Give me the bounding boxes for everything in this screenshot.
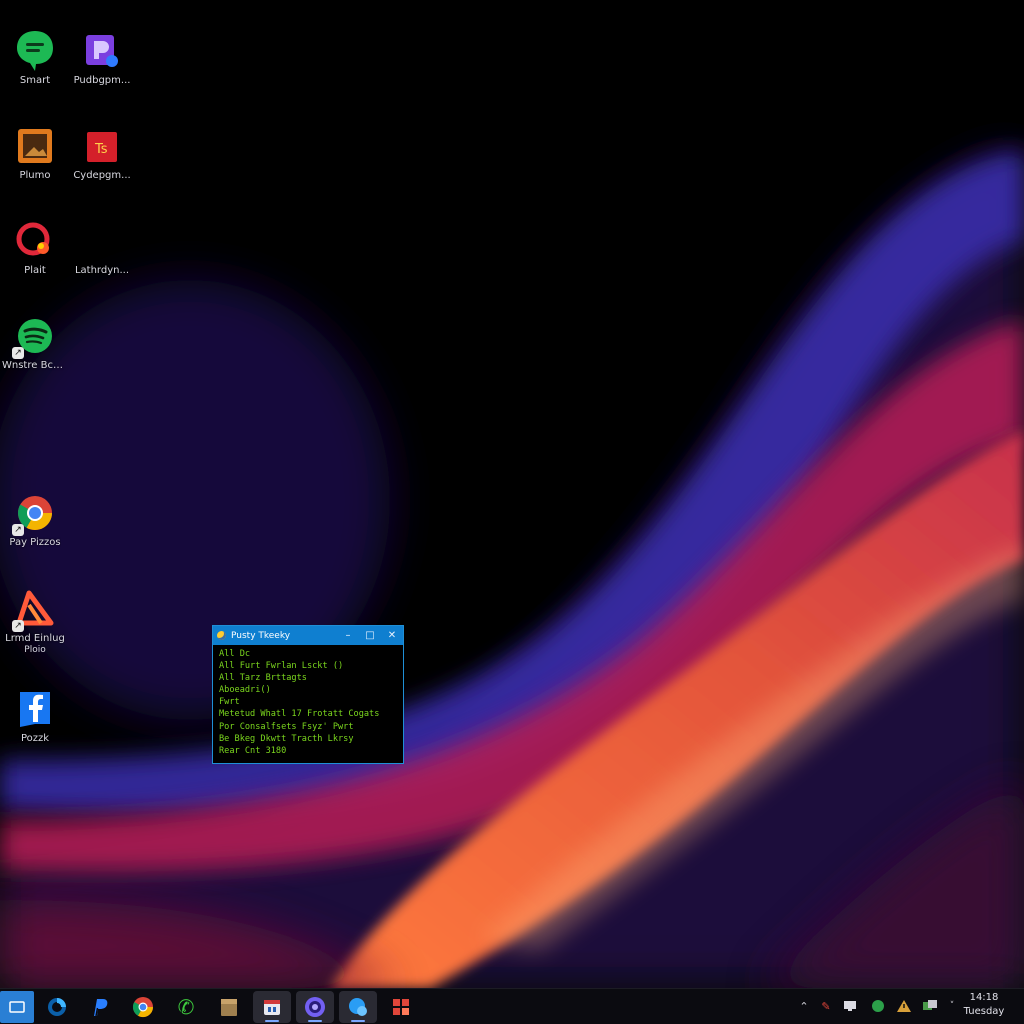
- start-button[interactable]: [0, 991, 34, 1023]
- taskbar: ✆ ⌃ ✎ ˅ 14:18 Tuesday: [0, 988, 1024, 1024]
- red-ring-icon: [14, 220, 56, 262]
- purple-app-icon: [81, 30, 123, 72]
- shortcut-arrow-icon: ↗: [12, 524, 24, 536]
- desktop-icon-label: Wnstre Bcn...: [2, 360, 68, 371]
- desktop-icon-plait[interactable]: Plait: [0, 220, 70, 277]
- taskbar-app-calendar[interactable]: [253, 991, 291, 1023]
- tray-network-icon[interactable]: [922, 998, 938, 1014]
- tray-overflow-chevron-icon[interactable]: ⌃: [796, 998, 812, 1014]
- taskbar-app-grid[interactable]: [382, 991, 420, 1023]
- terminal-window[interactable]: Pusty Tkeeky – □ ✕ All Dc All Furt Fwrla…: [212, 625, 404, 764]
- maximize-button[interactable]: □: [359, 626, 381, 645]
- terminal-line: Metetud Whatl 17 Frotatt Cogats: [219, 709, 380, 720]
- terminal-line: Rear Cnt 3180: [219, 745, 287, 756]
- red-document-icon: Ts: [81, 125, 123, 167]
- desktop-icon-label: Pudbgpm...: [73, 75, 131, 86]
- spotify-icon: ↗: [12, 315, 56, 359]
- desktop-icon-lrmd-einlug[interactable]: ↗ Lrmd Einlug Ploio: [0, 588, 70, 655]
- desktop: Smart Pudbgpm... Plumo Ts Cydepgm... Pla…: [0, 0, 1024, 988]
- taskbar-clock[interactable]: 14:18 Tuesday: [956, 991, 1012, 1019]
- shortcut-arrow-icon: ↗: [12, 347, 24, 359]
- desktop-icon-label-line2: Ploio: [24, 645, 46, 655]
- tray-shield-icon[interactable]: [870, 998, 886, 1014]
- close-button[interactable]: ✕: [381, 626, 403, 645]
- viber-icon: [305, 997, 325, 1017]
- desktop-icon-label: Plait: [24, 265, 46, 276]
- terminal-line: Aboeadri(): [219, 685, 271, 696]
- desktop-icon-pudbgpm[interactable]: Pudbgpm...: [67, 30, 137, 87]
- desktop-icon-label: Lrmd Einlug: [5, 633, 65, 644]
- desktop-icon-pay-pizzos[interactable]: ↗ Pay Pizzos: [0, 492, 70, 549]
- green-chat-icon: [14, 30, 56, 72]
- terminal-line: Fwrt: [219, 697, 240, 708]
- desktop-icon-label: Pozzk: [20, 733, 50, 744]
- desktop-icon-smart[interactable]: Smart: [0, 30, 70, 87]
- clock-date: Tuesday: [963, 1006, 1005, 1017]
- facebook-icon: [14, 688, 56, 730]
- taskbar-app-browser[interactable]: [339, 991, 377, 1023]
- desktop-icon-label: Cydepgm...: [73, 170, 131, 181]
- tray-pen-icon[interactable]: ✎: [818, 998, 834, 1014]
- taskbar-app-phone[interactable]: ✆: [167, 991, 205, 1023]
- taskbar-app-chrome[interactable]: [124, 991, 162, 1023]
- apps-grid-icon: [393, 999, 409, 1015]
- desktop-icon-wnstre[interactable]: ↗ Wnstre Bcn...: [0, 315, 70, 372]
- desktop-icon-cydepgm[interactable]: Ts Cydepgm...: [67, 125, 137, 182]
- paypal-icon: [94, 999, 108, 1017]
- minimize-button[interactable]: –: [337, 626, 359, 645]
- chrome-icon: ↗: [12, 492, 56, 536]
- image-frame-icon: [14, 125, 56, 167]
- calendar-icon: [264, 1000, 280, 1015]
- terminal-line: All Dc: [219, 649, 251, 659]
- desktop-icon-lathrdyn[interactable]: Lathrdyn...: [67, 220, 137, 277]
- shortcut-arrow-icon: ↗: [12, 620, 24, 632]
- orange-triangle-icon: ↗: [12, 588, 56, 632]
- terminal-line: All Tarz Brttagts: [219, 673, 307, 684]
- desktop-icon-label: Lathrdyn...: [74, 265, 130, 276]
- desktop-icon-label: Plumo: [19, 170, 51, 181]
- desktop-icon-plumo[interactable]: Plumo: [0, 125, 70, 182]
- taskbar-app-files[interactable]: [210, 991, 248, 1023]
- windows-icon: [9, 1001, 25, 1013]
- window-titlebar[interactable]: Pusty Tkeeky – □ ✕: [213, 626, 403, 645]
- desktop-icon-label: Smart: [19, 75, 51, 86]
- clock-time: 14:18: [969, 992, 999, 1003]
- tray-warning-icon[interactable]: [896, 998, 912, 1014]
- globe-icon: [349, 998, 367, 1016]
- taskbar-app-edge[interactable]: [38, 991, 76, 1023]
- terminal-output[interactable]: All Dc All Furt Fwrlan Lsckt () All Tarz…: [213, 645, 403, 760]
- taskbar-app-paypal[interactable]: [80, 991, 118, 1023]
- window-title: Pusty Tkeeky: [231, 630, 291, 641]
- wallpaper: [0, 150, 1024, 988]
- box-icon: [221, 999, 237, 1016]
- terminal-line: All Furt Fwrlan Lsckt (): [219, 661, 344, 672]
- desktop-icon-pozzk[interactable]: Pozzk: [0, 688, 70, 745]
- blank-icon: [81, 220, 123, 262]
- python-icon: [217, 631, 226, 640]
- tray-display-icon[interactable]: [842, 998, 858, 1014]
- taskbar-app-viber[interactable]: [296, 991, 334, 1023]
- chrome-icon: [132, 997, 154, 1018]
- desktop-icon-label: Pay Pizzos: [9, 537, 61, 548]
- svg-text:Ts: Ts: [94, 142, 108, 157]
- terminal-line: Be Bkeg Dkwtt Tracth Lkrsy: [219, 733, 354, 744]
- edge-icon: [48, 998, 66, 1016]
- phone-icon: ✆: [177, 995, 195, 1019]
- terminal-line: Por Consalfsets Fsyz' Pwrt: [219, 721, 354, 732]
